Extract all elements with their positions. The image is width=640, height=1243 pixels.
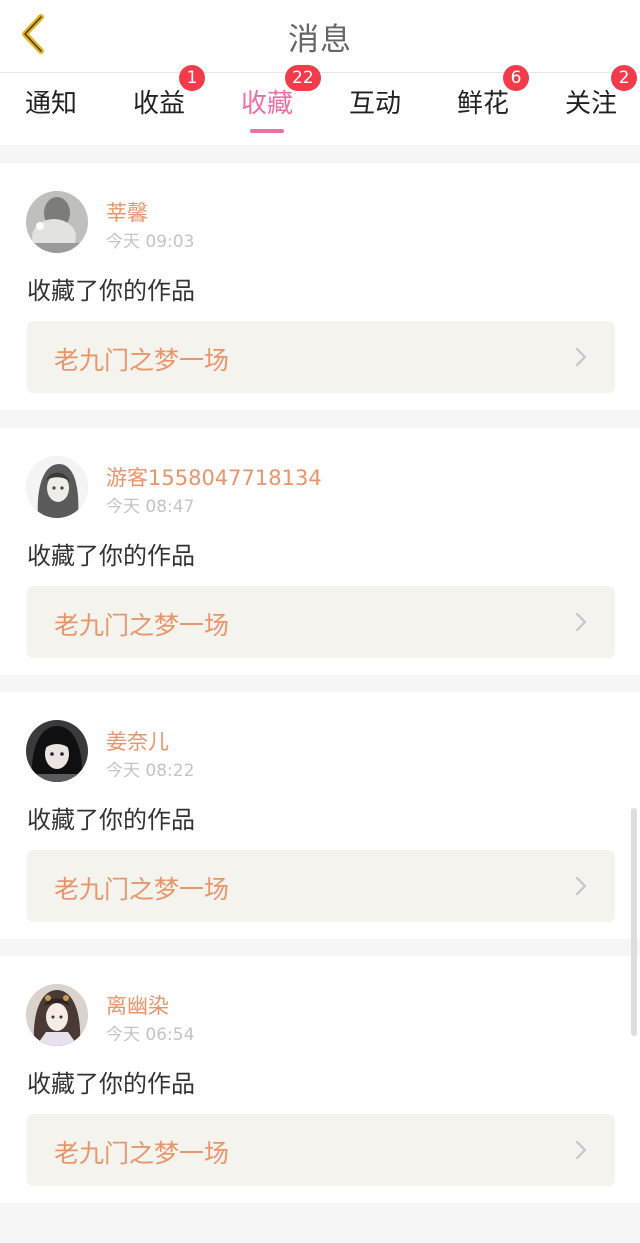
tab-notice[interactable]: 通知 [25,83,77,120]
avatar[interactable] [26,720,88,782]
tab-label: 关注 [565,89,618,119]
work-title: 老九门之梦一场 [54,611,230,640]
work-title: 老九门之梦一场 [54,875,230,904]
work-link[interactable]: 老九门之梦一场 [27,586,615,658]
avatar[interactable] [26,456,88,518]
tab-label: 收益 [133,89,186,119]
message-card: 姜奈儿 今天 08:22 收藏了你的作品 老九门之梦一场 [0,692,640,939]
message-text: 收藏了你的作品 [27,1070,195,1098]
user-name[interactable]: 游客1558047718134 [106,462,322,492]
work-title: 老九门之梦一场 [54,1139,230,1168]
chevron-right-icon [575,347,587,367]
tab-bar: 通知 收益 1 收藏 22 互动 鲜花 6 关注 2 [0,65,640,145]
unread-badge: 22 [285,65,321,91]
tab-follow[interactable]: 关注 2 [565,65,637,120]
avatar-image [26,720,88,782]
message-card: 离幽染 今天 06:54 收藏了你的作品 老九门之梦一场 [0,956,640,1203]
message-time: 今天 08:22 [106,761,195,781]
chevron-right-icon [575,876,587,896]
tab-interact[interactable]: 互动 [349,83,401,120]
unread-badge: 2 [611,65,637,91]
message-card: 游客1558047718134 今天 08:47 收藏了你的作品 老九门之梦一场 [0,428,640,675]
avatar[interactable] [26,191,88,253]
message-text: 收藏了你的作品 [27,542,195,570]
user-name[interactable]: 莘馨 [106,197,148,227]
message-text: 收藏了你的作品 [27,277,195,305]
avatar[interactable] [26,984,88,1046]
chevron-right-icon [575,1140,587,1160]
unread-badge: 6 [503,65,529,91]
user-name[interactable]: 离幽染 [106,990,169,1020]
work-link[interactable]: 老九门之梦一场 [27,850,615,922]
tab-flowers[interactable]: 鲜花 6 [457,65,529,120]
message-card: 莘馨 今天 09:03 收藏了你的作品 老九门之梦一场 [0,163,640,410]
tab-income[interactable]: 收益 1 [133,65,205,120]
unread-badge: 1 [179,65,205,91]
header-bar: 消息 [0,0,640,73]
work-link[interactable]: 老九门之梦一场 [27,1114,615,1186]
tab-label: 互动 [349,89,402,119]
tab-label: 收藏 [241,89,294,119]
work-title: 老九门之梦一场 [54,346,230,375]
user-name[interactable]: 姜奈儿 [106,726,169,756]
tab-favorite[interactable]: 收藏 22 [241,65,321,133]
message-time: 今天 08:47 [106,497,195,517]
avatar-image [26,191,88,253]
message-text: 收藏了你的作品 [27,806,195,834]
message-time: 今天 09:03 [106,232,195,252]
page-title: 消息 [288,22,352,58]
scrollbar[interactable] [631,808,637,1036]
avatar-image [26,984,88,1046]
message-time: 今天 06:54 [106,1025,195,1045]
active-tab-indicator [250,129,284,133]
tab-label: 鲜花 [457,89,510,119]
tab-label: 通知 [25,89,78,119]
work-link[interactable]: 老九门之梦一场 [27,321,615,393]
avatar-image [26,456,88,518]
chevron-right-icon [575,612,587,632]
